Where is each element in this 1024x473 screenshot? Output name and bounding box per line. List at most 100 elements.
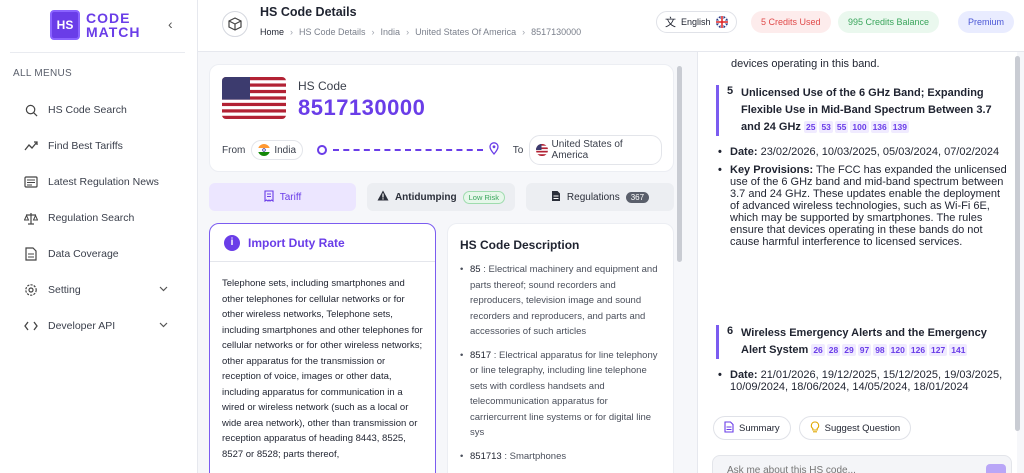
hs-heading-text: : Electrical apparatus for line telephon…: [470, 349, 658, 439]
reference-link[interactable]: 26: [811, 344, 825, 356]
scale-icon: [24, 211, 38, 225]
to-label: To: [512, 144, 524, 156]
document-icon: [24, 247, 38, 261]
panel-text-top: devices operating in this band.: [731, 58, 880, 70]
language-label: English: [681, 17, 711, 27]
india-flag-icon: [258, 144, 271, 156]
reference-link[interactable]: 139: [890, 121, 909, 133]
suggest-question-button[interactable]: Suggest Question: [798, 416, 912, 440]
breadcrumb-separator: ›: [371, 27, 375, 37]
sidebar-item-label: Setting: [48, 284, 81, 296]
collapse-sidebar-icon[interactable]: ‹: [168, 16, 173, 32]
list-item: 8517 : Electrical apparatus for line tel…: [460, 348, 665, 441]
reference-link[interactable]: 97: [857, 344, 872, 356]
credits-used-badge: 5 Credits Used: [751, 11, 831, 33]
tab-tariff[interactable]: Tariff: [209, 183, 356, 211]
tab-label: Antidumping: [394, 191, 457, 203]
sidebar-item-label: Find Best Tariffs: [48, 140, 123, 152]
page-title: HS Code Details: [260, 5, 357, 19]
panel-scrollbar[interactable]: [1015, 56, 1020, 431]
hs-description-card: HS Code Description 85 : Electrical mach…: [447, 223, 674, 473]
logo-line-2: MATCH: [86, 24, 141, 40]
sidebar-item-label: Latest Regulation News: [48, 176, 159, 188]
regulation-section-5: 5 Unlicensed Use of the 6 GHz Band; Expa…: [716, 85, 1006, 136]
reference-link[interactable]: 98: [873, 344, 887, 356]
breadcrumb-india[interactable]: India: [381, 27, 401, 37]
main-scrollbar[interactable]: [677, 66, 682, 262]
hs-chapter-text: : Electrical machinery and equipment and…: [470, 264, 658, 337]
reference-link[interactable]: 120: [888, 344, 907, 356]
reference-link[interactable]: 136: [870, 121, 889, 133]
breadcrumb-home[interactable]: Home: [260, 27, 284, 37]
reference-link[interactable]: 28: [826, 344, 841, 356]
breadcrumb-separator: ›: [290, 27, 294, 37]
section-6-details: Date: 21/01/2026, 19/12/2025, 15/12/2025…: [718, 369, 1008, 399]
sidebar-item-latest-regulation-news[interactable]: Latest Regulation News: [0, 164, 198, 200]
hs-description-title: HS Code Description: [460, 238, 580, 252]
sidebar-item-developer-api[interactable]: Developer API: [0, 308, 198, 344]
sidebar-item-label: Regulation Search: [48, 212, 135, 224]
reference-link[interactable]: 29: [842, 344, 856, 356]
reference-link[interactable]: 55: [834, 121, 849, 133]
ask-question-input[interactable]: [712, 455, 1012, 473]
to-country-chip[interactable]: United States of America: [529, 135, 662, 165]
sidebar-item-label: HS Code Search: [48, 104, 127, 116]
risk-badge: Low Risk: [462, 190, 506, 204]
ai-summary-panel: devices operating in this band. 5 Unlice…: [697, 52, 1017, 473]
logo[interactable]: HS CODE MATCH: [50, 10, 141, 40]
route-line: [332, 149, 483, 151]
breadcrumb-separator: ›: [522, 27, 526, 37]
sidebar-item-find-best-tariffs[interactable]: Find Best Tariffs: [0, 128, 198, 164]
sidebar-item-hs-code-search[interactable]: HS Code Search: [0, 92, 198, 128]
sidebar-menu: HS Code Search Find Best Tariffs Latest …: [0, 92, 198, 344]
reference-link[interactable]: 141: [949, 344, 968, 356]
from-country-chip[interactable]: India: [251, 140, 304, 160]
info-icon: i: [224, 234, 240, 251]
section-number: 6: [727, 325, 734, 337]
gear-icon: [24, 283, 38, 297]
reference-link[interactable]: 127: [929, 344, 948, 356]
trade-route: From India To United States of America: [222, 135, 662, 165]
credits-balance-badge: 995 Credits Balance: [838, 11, 940, 33]
section-5-details: Date: 23/02/2026, 10/03/2025, 05/03/2024…: [718, 146, 1008, 254]
import-duty-title: Import Duty Rate: [248, 235, 345, 250]
breadcrumb-hs-code-details[interactable]: HS Code Details: [299, 27, 366, 37]
sidebar-item-regulation-search[interactable]: Regulation Search: [0, 200, 198, 236]
send-button[interactable]: [986, 464, 1006, 473]
from-label: From: [222, 144, 246, 156]
breadcrumb-usa[interactable]: United States Of America: [415, 27, 516, 37]
list-item: Date: 23/02/2026, 10/03/2025, 05/03/2024…: [718, 146, 1008, 158]
language-selector[interactable]: 文 English: [656, 11, 737, 33]
sidebar-item-setting[interactable]: Setting: [0, 272, 198, 308]
date-value: 23/02/2026, 10/03/2025, 05/03/2024, 07/0…: [757, 146, 1000, 158]
summary-button[interactable]: Summary: [713, 416, 791, 440]
summary-label: Summary: [739, 422, 780, 434]
hs-subheading-text: : Smartphones: [501, 450, 567, 462]
reference-link[interactable]: 126: [908, 344, 928, 356]
search-icon: [24, 103, 38, 117]
destination-pin-icon: [489, 142, 499, 158]
import-duty-text: Telephone sets, including smartphones an…: [222, 278, 423, 460]
tab-antidumping[interactable]: Antidumping Low Risk: [367, 183, 515, 211]
breadcrumb: Home › HS Code Details › India › United …: [260, 27, 581, 37]
reference-list: 25 53 55 100 136 139: [803, 121, 911, 133]
cube-icon: [222, 11, 248, 37]
reference-link[interactable]: 25: [803, 121, 818, 133]
tab-label: Regulations: [566, 191, 620, 203]
warning-icon: [377, 190, 389, 204]
reference-link[interactable]: 100: [850, 121, 869, 133]
regulations-count-badge: 367: [625, 191, 650, 203]
reference-link[interactable]: 53: [819, 121, 833, 133]
sidebar-item-data-coverage[interactable]: Data Coverage: [0, 236, 198, 272]
receipt-icon: [264, 189, 274, 205]
hs-code-value: 8517130000: [298, 95, 426, 120]
sidebar-item-label: Data Coverage: [48, 248, 119, 260]
tab-regulations[interactable]: Regulations 367: [526, 183, 674, 211]
list-item: Date: 21/01/2026, 19/12/2025, 15/12/2025…: [718, 369, 1008, 393]
trend-chart-icon: [24, 139, 38, 153]
newspaper-icon: [24, 175, 38, 189]
hs-description-list: 85 : Electrical machinery and equipment …: [460, 262, 665, 472]
hs-heading-code: 8517: [470, 349, 492, 361]
list-item: 85 : Electrical machinery and equipment …: [460, 262, 665, 340]
premium-badge[interactable]: Premium: [958, 11, 1015, 33]
